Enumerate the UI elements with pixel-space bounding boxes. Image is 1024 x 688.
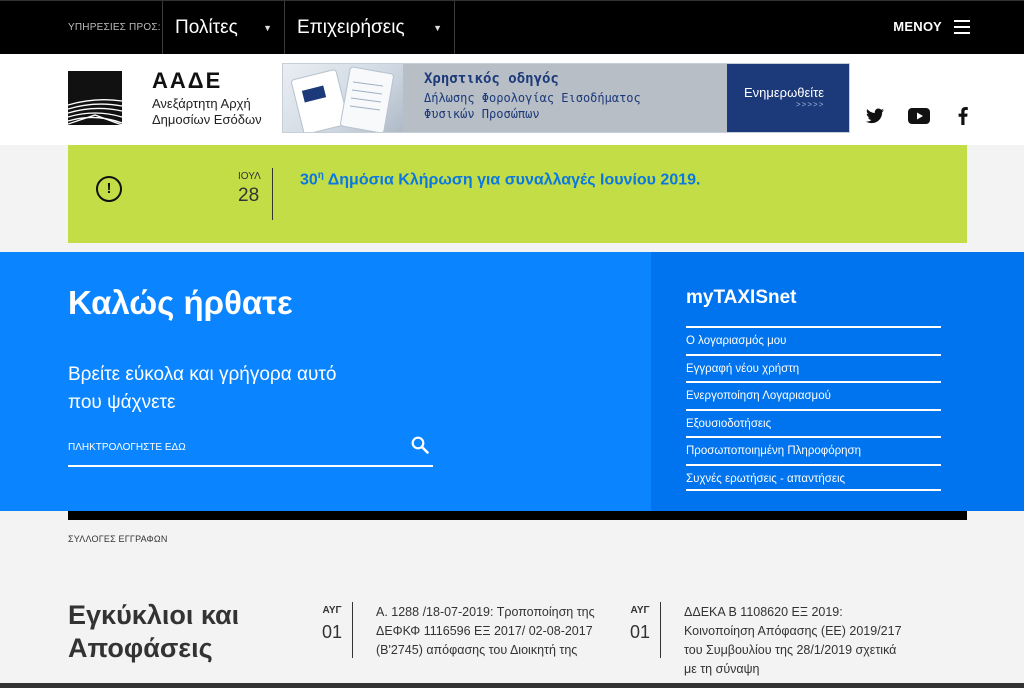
banner-line-2: Φυσικών Προσώπων [424, 107, 540, 121]
caret-down-icon: ▼ [263, 23, 272, 33]
tab-businesses-label: Επιχειρήσεις [297, 17, 405, 38]
banner-title: Χρηστικός οδηγός [424, 71, 559, 87]
news-item[interactable]: ΑΥΓ 01 Α. 1288 /18-07-2019: Τροποποίηση … [320, 600, 610, 688]
banner-learn-more-button[interactable]: Ενημερωθείτε >>>>> [727, 64, 849, 132]
services-label: ΥΠΗΡΕΣΙΕΣ ΠΡΟΣ: [68, 22, 161, 33]
news-text: ΔΔΕΚΑ Β 1108620 ΕΞ 2019: Κοινοποίηση Από… [684, 605, 902, 676]
collections-label: ΣΥΛΛΟΓΕΣ ΕΓΓΡΑΦΩΝ [68, 534, 168, 544]
caret-down-icon: ▼ [433, 23, 442, 33]
announcement-month: ΙΟΥΛ [238, 171, 261, 182]
alert-icon: ! [96, 176, 122, 202]
announcement-link[interactable]: 30η Δημόσια Κλήρωση για συναλλαγές Ιουνί… [300, 170, 700, 189]
twitter-icon[interactable] [866, 106, 884, 126]
mytaxisnet-link-account[interactable]: Ο λογαριασμός μου [686, 326, 941, 354]
mytaxisnet-link-personalized-info[interactable]: Προσωποποιημένη Πληροφόρηση [686, 436, 941, 464]
divider [352, 602, 353, 658]
announcement-day: 28 [238, 185, 260, 206]
logo-name: ΑΑΔΕ [152, 68, 223, 93]
news-day: 01 [629, 622, 651, 642]
mytaxisnet-panel: myTAXISnet Ο λογαριασμός μου Εγγραφή νέο… [651, 252, 1024, 511]
news-text: Α. 1288 /18-07-2019: Τροποποίηση της ΔΕΦ… [376, 605, 595, 657]
circulars-section-title[interactable]: Εγκύκλιοι και Αποφάσεις [68, 599, 288, 665]
divider [660, 602, 661, 658]
search-box [68, 432, 433, 467]
hamburger-icon [954, 20, 970, 34]
youtube-icon[interactable] [908, 106, 930, 126]
news-day: 01 [321, 622, 343, 642]
search-icon[interactable] [411, 436, 429, 454]
announcement-banner: ! ΙΟΥΛ 28 30η Δημόσια Κλήρωση για συναλλ… [68, 145, 967, 243]
welcome-heading: Καλώς ήρθατε [68, 284, 293, 321]
news-month: ΑΥΓ [322, 605, 342, 616]
facebook-icon[interactable] [958, 106, 968, 126]
banner-button-label: Ενημερωθείτε [744, 85, 825, 100]
banner-line-1: Δήλωσης Φορολογίας Εισοδήματος [424, 91, 641, 105]
mytaxisnet-link-register[interactable]: Εγγραφή νέου χρήστη [686, 353, 941, 382]
mytaxisnet-link-authorizations[interactable]: Εξουσιοδοτήσεις [686, 408, 941, 437]
divider [272, 168, 273, 220]
news-item[interactable]: ΑΥΓ 01 ΔΔΕΚΑ Β 1108620 ΕΞ 2019: Κοινοποί… [628, 600, 918, 688]
mytaxisnet-link-activate[interactable]: Ενεργοποίηση Λογαριασμού [686, 381, 941, 409]
tab-citizens[interactable]: Πολίτες ▼ [162, 1, 284, 55]
find-subheading: Βρείτε εύκολα και γρήγορα αυτό που ψάχνε… [68, 364, 337, 413]
hero-section: Καλώς ήρθατε Βρείτε εύκολα και γρήγορα α… [0, 252, 1024, 511]
news-month: ΑΥΓ [630, 605, 650, 616]
scrollbar-strip [0, 683, 1024, 688]
site-header: ΑΑΔΕ Ανεξάρτητη Αρχή Δημοσίων Εσόδων Χρη… [0, 54, 1024, 145]
tab-citizens-label: Πολίτες [175, 17, 238, 38]
tax-form-image [283, 64, 403, 132]
top-navbar: ΥΠΗΡΕΣΙΕΣ ΠΡΟΣ: Πολίτες ▼ Επιχειρήσεις ▼… [0, 0, 1024, 55]
divider-bar [68, 511, 967, 520]
tab-businesses[interactable]: Επιχειρήσεις ▼ [284, 1, 455, 55]
search-input[interactable] [68, 436, 398, 458]
menu-label: ΜΕΝΟΥ [893, 19, 942, 34]
mytaxisnet-links: Ο λογαριασμός μου Εγγραφή νέου χρήστη Εν… [686, 326, 941, 491]
announcement-text: Δημόσια Κλήρωση για συναλλαγές Ιουνίου 2… [323, 171, 701, 189]
aade-logo-icon[interactable] [68, 71, 122, 125]
mytaxisnet-link-faq[interactable]: Συχνές ερωτήσεις - απαντήσεις [686, 463, 941, 491]
mytaxisnet-title: myTAXISnet [686, 287, 797, 308]
income-tax-guide-banner[interactable]: Χρηστικός οδηγός Δήλωσης Φορολογίας Εισο… [282, 63, 850, 133]
banner-arrows: >>>>> [796, 100, 825, 109]
logo-subtitle: Ανεξάρτητη Αρχή Δημοσίων Εσόδων [152, 96, 262, 127]
announcement-number: 30 [300, 171, 318, 189]
